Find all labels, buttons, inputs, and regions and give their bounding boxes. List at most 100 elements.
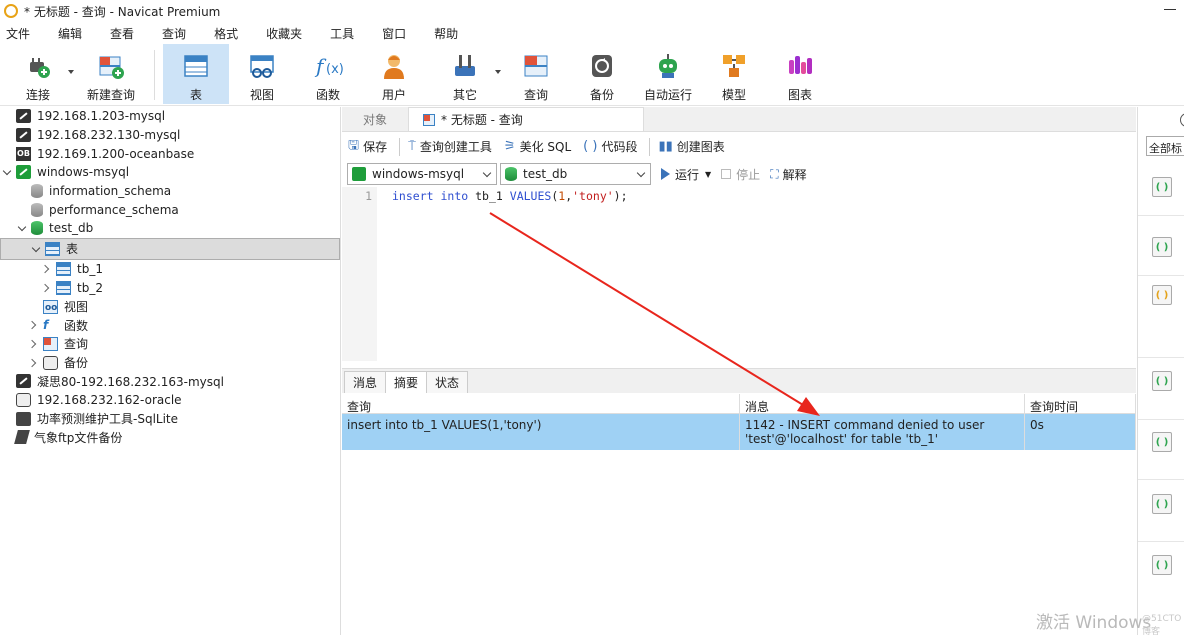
query-icon	[43, 336, 58, 351]
column-header-query[interactable]: 查询	[342, 394, 740, 414]
tree-item-database[interactable]: information_schema	[0, 182, 340, 201]
divider	[1138, 215, 1184, 216]
minimize-button[interactable]	[1164, 9, 1176, 10]
query-button[interactable]: 查询	[503, 44, 569, 104]
query-builder-button[interactable]: ⍑ 查询创建工具	[408, 138, 492, 155]
chart-button[interactable]: 图表	[767, 44, 833, 104]
beautify-sql-button[interactable]: ⚞ 美化 SQL	[504, 138, 571, 155]
model-button[interactable]: 模型	[701, 44, 767, 104]
tab-objects[interactable]: 对象	[342, 107, 408, 131]
snippet-icon[interactable]: ( )	[1152, 494, 1172, 514]
sql-code[interactable]: insert into tb_1 VALUES(1,'tony');	[377, 187, 628, 361]
column-header-time[interactable]: 查询时间	[1025, 394, 1136, 414]
tree-item-label: tb_2	[77, 280, 103, 295]
tab-messages[interactable]: 消息	[344, 371, 387, 393]
tree-item-connection[interactable]: 功率预测维护工具-SqlLite	[0, 409, 340, 428]
menu-bar: 文件 编辑 查看 查询 格式 收藏夹 工具 窗口 帮助	[0, 22, 1184, 44]
expand-arrow-icon[interactable]	[29, 339, 39, 349]
tree-item-tables[interactable]: 表	[0, 237, 340, 260]
tree-item-views[interactable]: 视图	[0, 297, 340, 316]
tree-item-connection[interactable]: 凝思80-192.168.232.163-mysql	[0, 372, 340, 391]
tree-item-connection[interactable]: OB 192.169.1.200-oceanbase	[0, 144, 340, 163]
menu-tools[interactable]: 工具	[324, 25, 364, 42]
connect-button[interactable]: 连接	[0, 44, 76, 104]
stop-button[interactable]: 停止	[721, 166, 760, 183]
table-button[interactable]: 表	[163, 44, 229, 104]
tree-item-database-open[interactable]: test_db	[0, 219, 340, 238]
expand-arrow-icon[interactable]	[29, 320, 39, 330]
model-label: 模型	[721, 88, 746, 102]
divider	[1138, 479, 1184, 480]
chevron-down-icon[interactable]	[68, 70, 74, 74]
play-icon	[661, 168, 670, 180]
tree-item-connection[interactable]: 192.168.232.162-oracle	[0, 391, 340, 410]
snippet-icon[interactable]: ( )	[1152, 237, 1172, 257]
other-button[interactable]: 其它	[427, 44, 503, 104]
create-chart-button[interactable]: ▮▮ 创建图表	[658, 138, 724, 155]
cell-query[interactable]: insert into tb_1 VALUES(1,'tony')	[342, 414, 740, 450]
connection-select[interactable]: windows-msyql	[347, 163, 497, 185]
menu-help[interactable]: 帮助	[428, 25, 468, 42]
new-query-icon	[97, 52, 125, 80]
model-icon	[720, 52, 748, 80]
database-select[interactable]: test_db	[500, 163, 651, 185]
code-snippet-button[interactable]: ( ) 代码段	[583, 138, 637, 155]
menu-view[interactable]: 查看	[104, 25, 144, 42]
menu-query[interactable]: 查询	[156, 25, 196, 42]
table-row[interactable]: insert into tb_1 VALUES(1,'tony') 1142 -…	[342, 414, 1136, 450]
expand-arrow-icon[interactable]	[42, 283, 52, 293]
expand-arrow-icon[interactable]	[29, 358, 39, 368]
tab-status[interactable]: 状态	[426, 371, 469, 393]
snippet-icon[interactable]: ( )	[1152, 432, 1172, 452]
menu-edit[interactable]: 编辑	[52, 25, 92, 42]
snippet-filter[interactable]: 全部标	[1146, 136, 1184, 156]
chevron-down-icon[interactable]	[495, 70, 501, 74]
tab-summary[interactable]: 摘要	[385, 371, 428, 393]
info-icon[interactable]	[1180, 113, 1184, 127]
sql-editor[interactable]: 1 insert into tb_1 VALUES(1,'tony');	[342, 187, 1136, 361]
menu-favorites[interactable]: 收藏夹	[260, 25, 312, 42]
tab-query[interactable]: * 无标题 - 查询	[408, 107, 644, 131]
tree-item-table[interactable]: tb_2	[0, 279, 340, 298]
function-button[interactable]: f (x) 函数	[295, 44, 361, 104]
explain-button[interactable]: ⛶ 解释	[770, 166, 806, 183]
column-header-message[interactable]: 消息	[740, 394, 1025, 414]
cell-time[interactable]: 0s	[1025, 414, 1136, 450]
backup-button[interactable]: 备份	[569, 44, 635, 104]
expand-arrow-icon[interactable]	[17, 223, 27, 233]
automation-button[interactable]: 自动运行	[635, 44, 701, 104]
explain-icon: ⛶	[770, 166, 779, 181]
new-query-button[interactable]: 新建查询	[76, 44, 146, 104]
chart-icon	[786, 52, 814, 80]
expand-arrow-icon[interactable]	[31, 244, 41, 254]
snippet-icon[interactable]: ( )	[1152, 371, 1172, 391]
tree-item-queries[interactable]: 查询	[0, 335, 340, 354]
tree-item-connection-open[interactable]: windows-msyql	[0, 163, 340, 182]
oracle-icon	[16, 392, 31, 407]
menu-window[interactable]: 窗口	[376, 25, 416, 42]
view-label: 视图	[249, 88, 274, 102]
snippet-icon[interactable]: ( )	[1152, 555, 1172, 575]
tree-item-connection[interactable]: 192.168.232.130-mysql	[0, 126, 340, 145]
snippet-icon[interactable]: ( )	[1152, 285, 1172, 305]
user-button[interactable]: 用户	[361, 44, 427, 104]
run-button[interactable]: 运行 ▼	[661, 166, 711, 183]
run-label: 运行	[675, 167, 700, 182]
expand-arrow-icon[interactable]	[2, 167, 12, 177]
chevron-down-icon[interactable]: ▼	[705, 170, 711, 179]
expand-arrow-icon[interactable]	[42, 264, 52, 274]
menu-file[interactable]: 文件	[0, 25, 40, 42]
view-button[interactable]: 视图	[229, 44, 295, 104]
cell-message[interactable]: 1142 - INSERT command denied to user 'te…	[740, 414, 1025, 450]
tree-item-database[interactable]: performance_schema	[0, 200, 340, 219]
save-button[interactable]: 🖫 保存	[348, 136, 387, 158]
snippet-icon[interactable]: ( )	[1152, 177, 1172, 197]
tree-item-connection[interactable]: 192.168.1.203-mysql	[0, 107, 340, 126]
tree-item-backups[interactable]: 备份	[0, 353, 340, 372]
menu-format[interactable]: 格式	[208, 25, 248, 42]
tree-item-connection[interactable]: 气象ftp文件备份	[0, 428, 340, 447]
connection-icon	[16, 109, 31, 124]
tree-item-functions[interactable]: f 函数	[0, 316, 340, 335]
tree-item-table[interactable]: tb_1	[0, 260, 340, 279]
query-label: 查询	[523, 88, 548, 102]
